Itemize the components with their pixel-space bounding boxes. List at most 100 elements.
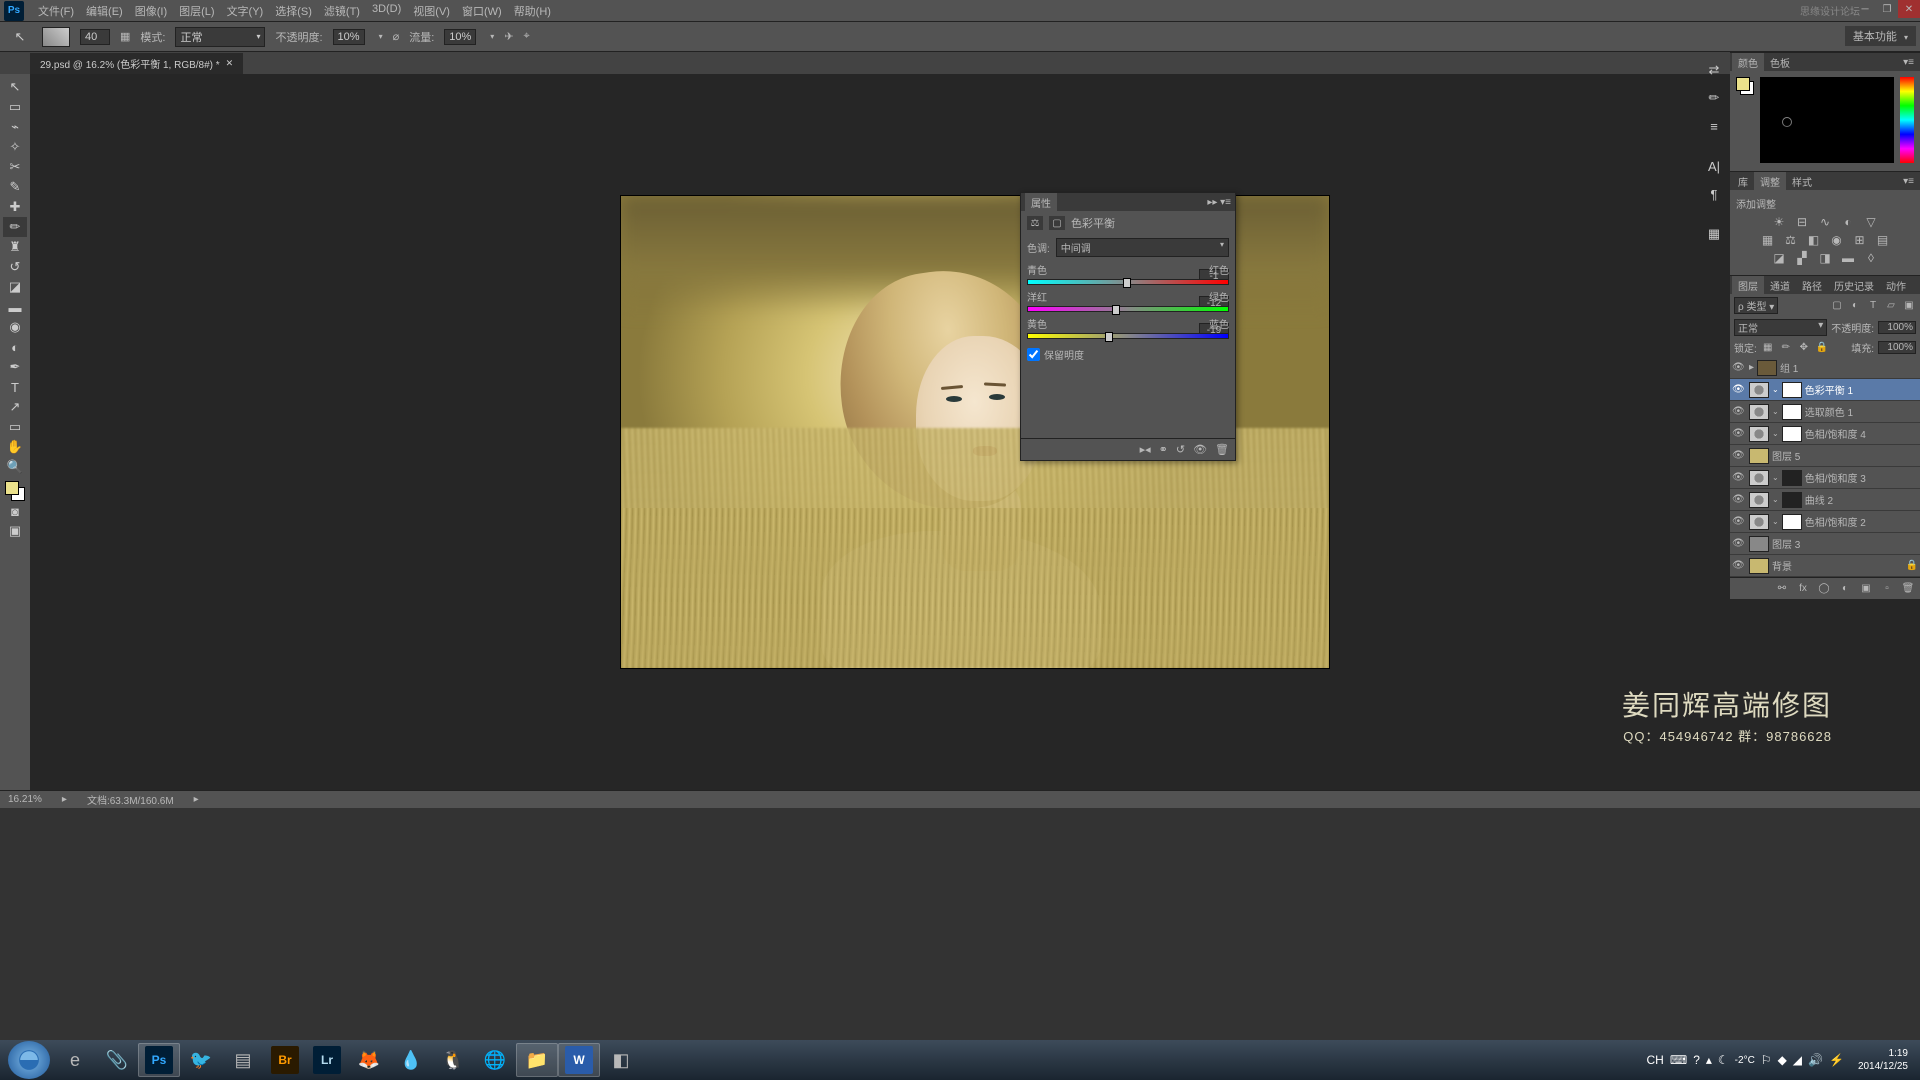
visibility-icon[interactable]: 👁	[1732, 560, 1746, 572]
posterize-icon[interactable]: ▞	[1794, 251, 1811, 265]
lut-icon[interactable]: ▤	[1874, 233, 1891, 247]
minimize-button[interactable]: ─	[1854, 0, 1876, 18]
tab-actions[interactable]: 动作	[1880, 276, 1912, 295]
rail-brush-icon[interactable]: ✏	[1702, 86, 1726, 110]
visibility-icon[interactable]: 👁	[1732, 384, 1746, 396]
layer-filter-select[interactable]: ρ 类型 ▾	[1734, 297, 1778, 314]
bw-icon[interactable]: ◧	[1805, 233, 1822, 247]
mask-thumb[interactable]	[1782, 514, 1802, 530]
menu-f[interactable]: 文件(F)	[32, 3, 80, 19]
start-button[interactable]	[8, 1041, 50, 1079]
menu-s[interactable]: 选择(S)	[269, 3, 318, 19]
brush-preview[interactable]	[42, 27, 70, 47]
curves-icon[interactable]: ∿	[1817, 215, 1834, 229]
taskbar-app-drop[interactable]: 💧	[390, 1043, 432, 1077]
clip-icon[interactable]: ▸◂	[1140, 443, 1151, 456]
brush-panel-icon[interactable]: ▦	[120, 30, 130, 43]
tab-channels[interactable]: 通道	[1764, 276, 1796, 295]
blur-tool[interactable]: ◉	[3, 317, 27, 337]
panel-menu-icon[interactable]: ▾≡	[1220, 197, 1231, 208]
visibility-icon[interactable]: 👁	[1732, 516, 1746, 528]
chevron-down-icon[interactable]: ▾	[486, 32, 494, 41]
path-tool[interactable]: ↗	[3, 397, 27, 417]
taskbar-app-thunder[interactable]: 🐦	[180, 1043, 222, 1077]
layer-name[interactable]: 色相/饱和度 4	[1805, 426, 1918, 441]
dodge-tool[interactable]: ◐	[3, 337, 27, 357]
airbrush-icon[interactable]: ✈	[504, 30, 513, 43]
wand-tool[interactable]: ✧	[3, 137, 27, 157]
opacity-field[interactable]: 10%	[333, 29, 365, 45]
tray-network-icon[interactable]: ◢	[1793, 1053, 1802, 1067]
colorbalance-icon[interactable]: ⚖	[1782, 233, 1799, 247]
chevron-right-icon[interactable]: ▸	[62, 794, 67, 805]
layer-row[interactable]: 👁⌄曲线 2	[1730, 489, 1920, 511]
layer-name[interactable]: 组 1	[1780, 360, 1918, 375]
tray-volume-icon[interactable]: 🔊	[1808, 1053, 1823, 1067]
tray-chevron-icon[interactable]: ▴	[1706, 1053, 1712, 1067]
tone-select[interactable]: 中间调▾	[1056, 238, 1229, 257]
new-group-icon[interactable]: ▣	[1859, 582, 1873, 596]
photo-filter-icon[interactable]: ◉	[1828, 233, 1845, 247]
zoom-level[interactable]: 16.21%	[8, 794, 42, 805]
close-tab-icon[interactable]: ✕	[226, 58, 234, 69]
lock-pixel-icon[interactable]: ✏	[1779, 341, 1793, 355]
brush-tool[interactable]: ✏	[3, 217, 27, 237]
maximize-button[interactable]: ❐	[1876, 0, 1898, 18]
workspace-switcher[interactable]: 基本功能 ▾	[1845, 26, 1916, 46]
visibility-icon[interactable]: 👁	[1732, 538, 1746, 550]
new-layer-icon[interactable]: ▫	[1880, 582, 1894, 596]
panel-menu-icon[interactable]: ▾≡	[1899, 57, 1918, 68]
mask-icon[interactable]: ▢	[1049, 216, 1065, 230]
visibility-icon[interactable]: 👁	[1732, 406, 1746, 418]
prev-state-icon[interactable]: ⚭	[1159, 443, 1168, 456]
filter-shape-icon[interactable]: ▱	[1884, 299, 1898, 313]
close-button[interactable]: ✕	[1898, 0, 1920, 18]
tab-history[interactable]: 历史记录	[1828, 276, 1880, 295]
toolpreset-icon[interactable]: ↖	[8, 27, 32, 47]
tab-swatches[interactable]: 色板	[1764, 53, 1796, 72]
type-tool[interactable]: T	[3, 377, 27, 397]
exposure-icon[interactable]: ◐	[1840, 215, 1857, 229]
hue-slider[interactable]	[1900, 77, 1914, 163]
reset-icon[interactable]: ↺	[1176, 443, 1185, 456]
menu-t[interactable]: 滤镜(T)	[318, 3, 366, 19]
tab-layers[interactable]: 图层	[1732, 276, 1764, 295]
mask-thumb[interactable]	[1782, 426, 1802, 442]
visibility-icon[interactable]: 👁	[1732, 494, 1746, 506]
taskbar-app-photoshop[interactable]: Ps	[138, 1043, 180, 1077]
tray-help-icon[interactable]: ?	[1693, 1053, 1700, 1067]
lock-pos-icon[interactable]: ✥	[1797, 341, 1811, 355]
layer-name[interactable]: 图层 5	[1772, 448, 1918, 463]
color-field[interactable]	[1760, 77, 1894, 163]
color-swatches[interactable]	[5, 481, 25, 501]
visibility-icon[interactable]: 👁	[1732, 428, 1746, 440]
chevron-down-icon[interactable]: ▾	[375, 32, 383, 41]
taskbar-app-fox[interactable]: 🦊	[348, 1043, 390, 1077]
expand-icon[interactable]: ▸	[1749, 362, 1754, 373]
document-tab[interactable]: 29.psd @ 16.2% (色彩平衡 1, RGB/8#) * ✕	[30, 53, 243, 74]
screenmode-icon[interactable]: ▣	[3, 521, 27, 541]
new-adjustment-icon[interactable]: ◐	[1838, 582, 1852, 596]
taskbar-app-chrome[interactable]: 🌐	[474, 1043, 516, 1077]
menu-h[interactable]: 帮助(H)	[508, 3, 557, 19]
lock-all-icon[interactable]: 🔒	[1815, 341, 1829, 355]
tray-flag-icon[interactable]: ⚐	[1761, 1053, 1772, 1067]
layer-fill-field[interactable]: 100%	[1878, 341, 1916, 354]
preserve-lum-checkbox[interactable]	[1027, 348, 1040, 361]
flow-field[interactable]: 10%	[444, 29, 476, 45]
lock-icon[interactable]: 🔒	[1906, 560, 1918, 571]
filter-adj-icon[interactable]: ◐	[1848, 299, 1862, 313]
color-slider[interactable]	[1027, 279, 1229, 285]
layer-fx-icon[interactable]: fx	[1796, 582, 1810, 596]
menu-y[interactable]: 文字(Y)	[221, 3, 270, 19]
collapse-icon[interactable]: ▸▸	[1207, 197, 1217, 208]
taskbar-app-clip[interactable]: 📎	[96, 1043, 138, 1077]
eraser-tool[interactable]: ◪	[3, 277, 27, 297]
filter-type-icon[interactable]: T	[1866, 299, 1880, 313]
layer-row[interactable]: 👁⌄色相/饱和度 3	[1730, 467, 1920, 489]
menu-e[interactable]: 编辑(E)	[80, 3, 129, 19]
layer-name[interactable]: 曲线 2	[1805, 492, 1918, 507]
color-slider[interactable]	[1027, 306, 1229, 312]
chevron-right-icon[interactable]: ▸	[194, 794, 199, 805]
menu-w[interactable]: 窗口(W)	[456, 3, 508, 19]
